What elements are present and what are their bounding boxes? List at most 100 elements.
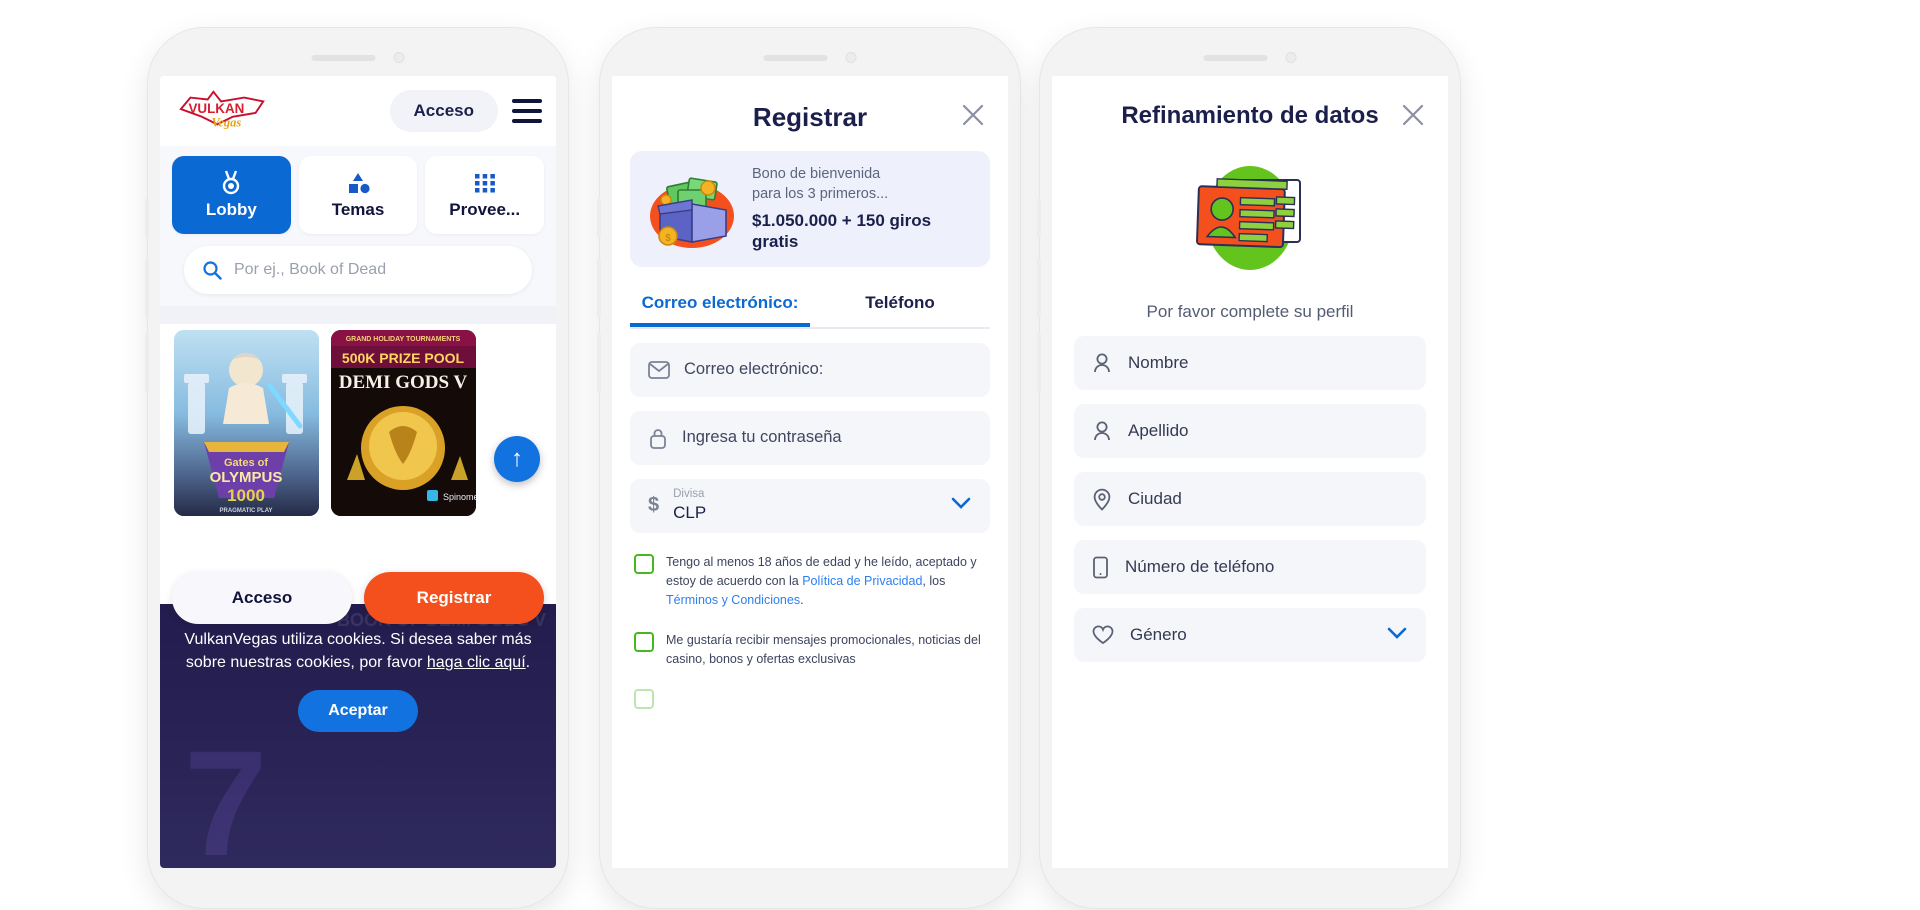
svg-text:$: $ xyxy=(665,233,671,244)
svg-text:GRAND HOLIDAY TOURNAMENTS: GRAND HOLIDAY TOURNAMENTS xyxy=(346,336,461,343)
phone-number-field[interactable]: Número de teléfono xyxy=(1074,540,1426,594)
game-grid: Gates of OLYMPUS 1000 PRAGMATIC PLAY GRA… xyxy=(160,324,556,516)
gender-label: Género xyxy=(1130,625,1187,644)
third-checkbox-row xyxy=(634,688,986,709)
phone-speaker xyxy=(763,52,857,63)
last-name-field[interactable]: Apellido xyxy=(1074,404,1426,458)
svg-text:Vegas: Vegas xyxy=(212,115,242,129)
chevron-down-icon[interactable] xyxy=(1386,626,1408,645)
terms-text-post: . xyxy=(800,593,804,608)
register-modal-header: Registrar xyxy=(612,76,1008,139)
shapes-icon xyxy=(345,170,371,196)
first-name-label: Nombre xyxy=(1128,353,1189,372)
phone-mockup-register: Registrar $ Bono de bienvenida para los … xyxy=(597,28,1020,908)
close-icon[interactable] xyxy=(960,102,986,128)
page-title: Refinamiento de datos xyxy=(1121,102,1379,129)
envelope-icon xyxy=(648,360,670,379)
tab-email[interactable]: Correo electrónico: xyxy=(630,293,810,327)
lock-icon xyxy=(648,427,668,449)
tab-lobby[interactable]: Lobby xyxy=(172,156,291,234)
privacy-policy-link[interactable]: Política de Privacidad xyxy=(802,574,922,588)
phone-speaker xyxy=(1203,52,1297,63)
user-icon xyxy=(1092,420,1112,442)
medal-icon xyxy=(220,170,242,196)
login-button[interactable]: Acceso xyxy=(172,572,352,624)
hamburger-icon[interactable] xyxy=(512,99,542,123)
terms-text-mid: , los xyxy=(922,574,946,588)
phone-number-label: Número de teléfono xyxy=(1125,557,1275,576)
phone1-screen: VULKAN Vegas Acceso Lobby Temas Provee..… xyxy=(160,76,556,868)
search-placeholder: Por ej., Book of Dead xyxy=(234,261,387,278)
password-field[interactable]: Ingresa tu contraseña xyxy=(630,410,990,465)
svg-text:500K PRIZE POOL: 500K PRIZE POOL xyxy=(342,350,465,366)
promo-checkbox[interactable] xyxy=(634,631,654,652)
heart-icon xyxy=(1092,625,1114,645)
terms-text: Tengo al menos 18 años de edad y he leíd… xyxy=(666,553,986,611)
last-name-label: Apellido xyxy=(1128,421,1189,440)
header-login-button[interactable]: Acceso xyxy=(389,90,498,132)
tab-temas[interactable]: Temas xyxy=(298,156,418,234)
terms-checkbox[interactable] xyxy=(634,553,654,574)
search-input[interactable]: Por ej., Book of Dead xyxy=(184,246,532,294)
vulkan-vegas-logo-icon[interactable]: VULKAN Vegas xyxy=(174,88,272,134)
extra-text xyxy=(666,688,669,709)
extra-checkbox[interactable] xyxy=(634,688,654,709)
promo-checkbox-row: Me gustaría recibir mensajes promocional… xyxy=(634,631,986,670)
currency-caption: Divisa xyxy=(673,488,705,501)
svg-text:DEMI GODS V: DEMI GODS V xyxy=(339,372,468,393)
city-field[interactable]: Ciudad xyxy=(1074,472,1426,526)
close-icon[interactable] xyxy=(1400,102,1426,128)
grid-dots-icon xyxy=(472,170,498,196)
decorative-seven: 7 xyxy=(184,719,268,868)
map-pin-icon xyxy=(1092,488,1112,511)
cookie-text: VulkanVegas utiliza cookies. Si desea sa… xyxy=(182,628,534,674)
cookie-text-part2: . xyxy=(525,654,531,672)
cookie-policy-link[interactable]: haga clic aquí xyxy=(427,654,526,671)
page-title: Registrar xyxy=(752,102,868,132)
svg-text:VULKAN: VULKAN xyxy=(189,101,245,116)
register-method-tabs: Correo electrónico: Teléfono xyxy=(630,293,990,329)
id-card-icon xyxy=(1170,154,1330,284)
user-icon xyxy=(1092,352,1112,374)
first-name-field[interactable]: Nombre xyxy=(1074,336,1426,390)
profile-modal-header: Refinamiento de datos xyxy=(1052,76,1448,130)
tab-proveedores[interactable]: Provee... xyxy=(425,156,545,234)
dollar-icon: $ xyxy=(648,494,660,517)
cookie-consent-banner: 7 BOOK OF DEMI GODS V VulkanVegas utiliz… xyxy=(160,604,556,868)
search-icon xyxy=(202,260,222,280)
bonus-text: Bono de bienvenida para los 3 primeros..… xyxy=(752,165,976,253)
bonus-line1: Bono de bienvenida xyxy=(752,166,881,182)
bonus-line2: para los 3 primeros... xyxy=(752,185,889,202)
gender-select[interactable]: Género xyxy=(1074,608,1426,662)
terms-checkbox-row: Tengo al menos 18 años de edad y he leíd… xyxy=(634,553,986,611)
currency-select[interactable]: $ Divisa CLP xyxy=(630,478,990,533)
phone-mockup-profile: Refinamiento de datos Por favor complete… xyxy=(1037,28,1460,908)
header-actions: Acceso xyxy=(389,90,542,132)
game-card-olympus[interactable]: Gates of OLYMPUS 1000 PRAGMATIC PLAY xyxy=(174,330,319,516)
money-box-icon: $ xyxy=(644,166,740,252)
phone-mockup-lobby: VULKAN Vegas Acceso Lobby Temas Provee..… xyxy=(145,28,568,908)
city-label: Ciudad xyxy=(1128,489,1182,508)
svg-text:OLYMPUS: OLYMPUS xyxy=(210,469,283,486)
currency-value: CLP xyxy=(673,503,707,523)
phone3-screen: Refinamiento de datos Por favor complete… xyxy=(1052,76,1448,868)
password-field-label: Ingresa tu contraseña xyxy=(682,428,842,447)
auth-cta-bar: Acceso Registrar xyxy=(160,572,556,624)
bonus-amount: $1.050.000 + 150 giros gratis xyxy=(752,211,932,252)
phone-icon xyxy=(1092,556,1109,579)
register-button[interactable]: Registrar xyxy=(364,572,544,624)
svg-text:PRAGMATIC PLAY: PRAGMATIC PLAY xyxy=(219,508,272,514)
cookie-accept-button[interactable]: Aceptar xyxy=(298,690,418,733)
email-field-label: Correo electrónico: xyxy=(684,360,824,379)
promo-text: Me gustaría recibir mensajes promocional… xyxy=(666,632,981,667)
terms-conditions-link[interactable]: Términos y Condiciones xyxy=(666,593,800,607)
phone2-screen: Registrar $ Bono de bienvenida para los … xyxy=(612,76,1008,868)
chevron-down-icon[interactable] xyxy=(950,496,972,515)
screenshot-canvas: VULKAN Vegas Acceso Lobby Temas Provee..… xyxy=(0,0,1920,910)
game-card-demi-gods[interactable]: GRAND HOLIDAY TOURNAMENTS 500K PRIZE POO… xyxy=(331,330,476,516)
profile-subtitle: Por favor complete su perfil xyxy=(1146,302,1354,321)
email-field[interactable]: Correo electrónico: xyxy=(630,342,990,397)
welcome-bonus-card: $ Bono de bienvenida para los 3 primeros… xyxy=(630,151,990,267)
tab-phone[interactable]: Teléfono xyxy=(810,293,990,327)
scroll-to-top-icon[interactable]: ↑ xyxy=(494,436,540,482)
